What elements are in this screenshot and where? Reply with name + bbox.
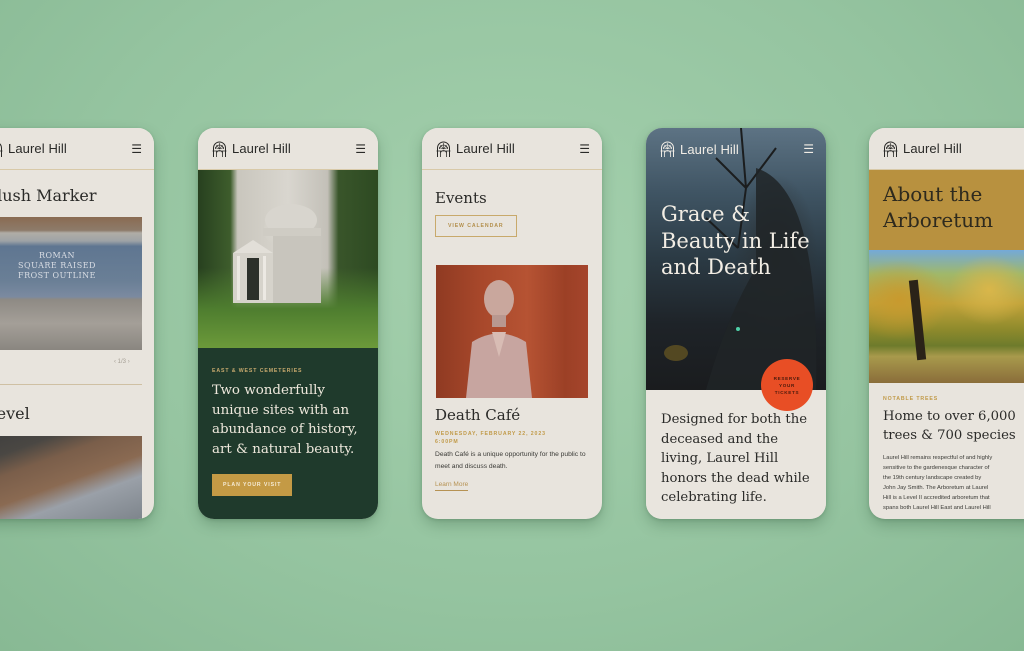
hamburger-menu-icon[interactable]: ☰ <box>131 142 142 156</box>
hero-title: Grace & Beauty in Life and Death <box>661 202 810 279</box>
learn-more-link[interactable]: Learn More <box>435 481 469 491</box>
phone-screen-grace: Laurel Hill ☰ Grace & Beauty in Life and… <box>646 128 826 519</box>
body-line: John Jay Smith. The Arboretum at Laurel <box>883 485 989 491</box>
body-line: Hill is a Level II accredited arboretum … <box>883 495 990 501</box>
bust-sculpture <box>466 280 532 398</box>
eyebrow-label: Notable Trees <box>883 396 939 402</box>
hamburger-menu-icon[interactable]: ☰ <box>579 142 590 156</box>
arboretum-content: Notable Trees Home to over 6,000 trees &… <box>869 383 1024 513</box>
stone-inscription: ROMAN SQUARE RAISED FROST OUTLINE <box>0 251 122 281</box>
brand-name[interactable]: Laurel Hill <box>456 141 515 156</box>
mission-statement: Designed for both the deceased and the l… <box>661 412 810 505</box>
section-title: Level <box>0 404 30 423</box>
phone-screen-flush-marker: Laurel Hill ☰ Flush Marker ROMAN SQUARE … <box>0 128 154 519</box>
badge-line: Your <box>778 383 796 388</box>
pager-count: 1/3 <box>117 359 127 365</box>
hamburger-menu-icon[interactable]: ☰ <box>355 142 366 156</box>
phone-screen-home: Laurel Hill ☰ East & West Cemeteries Two… <box>198 128 378 519</box>
section-title: Flush Marker <box>0 186 97 205</box>
tree-trunk <box>908 279 927 361</box>
event-datetime: Wednesday, February 22, 2023 6:00PM <box>435 430 585 446</box>
arch-gate-icon[interactable] <box>212 140 227 158</box>
arch-gate-icon[interactable] <box>436 140 451 158</box>
hero-headline: Two wonderfully unique sites with an abu… <box>212 383 358 457</box>
event-image <box>436 265 588 398</box>
arch-gate-icon[interactable] <box>0 140 3 158</box>
inscription-line: ROMAN <box>38 251 76 260</box>
level-marker-image <box>0 436 142 519</box>
top-nav: Laurel Hill ☰ <box>422 128 602 170</box>
body-line: Laurel Hill remains respectful of and hi… <box>883 455 993 461</box>
top-nav: Laurel Hill ☰ <box>646 128 826 170</box>
reserve-tickets-badge[interactable]: Reserve Your Tickets <box>761 359 813 411</box>
subtitle-line: trees & 700 species <box>883 428 1016 443</box>
phone-screen-events: Laurel Hill ☰ Events View Calendar Death… <box>422 128 602 519</box>
brand-name[interactable]: Laurel Hill <box>903 141 962 156</box>
hamburger-menu-icon[interactable]: ☰ <box>803 142 814 156</box>
arboretum-subtitle: Home to over 6,000 trees & 700 species <box>883 407 1024 445</box>
badge-line: Reserve <box>773 376 801 381</box>
event-title[interactable]: Death Café <box>435 406 520 424</box>
body-line: the 19th century landscape created by <box>883 475 982 481</box>
top-nav: Laurel Hill <box>869 128 1024 170</box>
intro-panel: East & West Cemeteries Two wonderfully u… <box>198 348 378 519</box>
flush-marker-image <box>0 217 142 350</box>
body-line: sensitive to the gardenesque character o… <box>883 465 990 471</box>
plan-visit-button[interactable]: Plan Your Visit <box>212 474 293 496</box>
arboretum-body: Laurel Hill remains respectful of and hi… <box>883 453 1024 513</box>
event-description: Death Café is a unique opportunity for t… <box>435 451 586 470</box>
phone-screen-arboretum: Laurel Hill About the Arboretum Notable … <box>869 128 1024 519</box>
brand-name[interactable]: Laurel Hill <box>232 141 291 156</box>
top-nav: Laurel Hill ☰ <box>198 128 378 170</box>
banner-title: About the Arboretum <box>883 182 994 232</box>
statement-panel: Designed for both the deceased and the l… <box>646 390 826 519</box>
chevron-right-icon[interactable]: › <box>128 359 130 365</box>
brand-name[interactable]: Laurel Hill <box>8 141 67 156</box>
badge-line: Tickets <box>774 390 800 395</box>
chevron-left-icon[interactable]: ‹ <box>114 359 116 365</box>
mausoleum-hero-image <box>198 170 378 348</box>
subtitle-line: Home to over 6,000 <box>883 409 1016 424</box>
event-time: 6:00PM <box>435 439 459 445</box>
arboretum-banner: About the Arboretum <box>869 170 1024 250</box>
view-calendar-button[interactable]: View Calendar <box>435 215 517 237</box>
carousel-pager: ‹ 1/3 › <box>114 359 130 365</box>
arch-gate-icon[interactable] <box>660 140 675 158</box>
inscription-line: FROST OUTLINE <box>18 271 96 280</box>
section-divider <box>0 384 142 385</box>
arch-gate-icon[interactable] <box>883 140 898 158</box>
autumn-trees-image <box>869 250 1024 383</box>
top-nav: Laurel Hill ☰ <box>0 128 154 170</box>
mausoleum-illustration <box>233 204 321 303</box>
event-date: Wednesday, February 22, 2023 <box>435 431 546 437</box>
events-title: Events <box>435 189 487 207</box>
body-line: spans both Laurel Hill East and Laurel H… <box>883 505 991 511</box>
eyebrow-label: East & West Cemeteries <box>212 368 303 374</box>
inscription-line: SQUARE RAISED <box>18 261 96 270</box>
brand-name[interactable]: Laurel Hill <box>680 142 739 157</box>
